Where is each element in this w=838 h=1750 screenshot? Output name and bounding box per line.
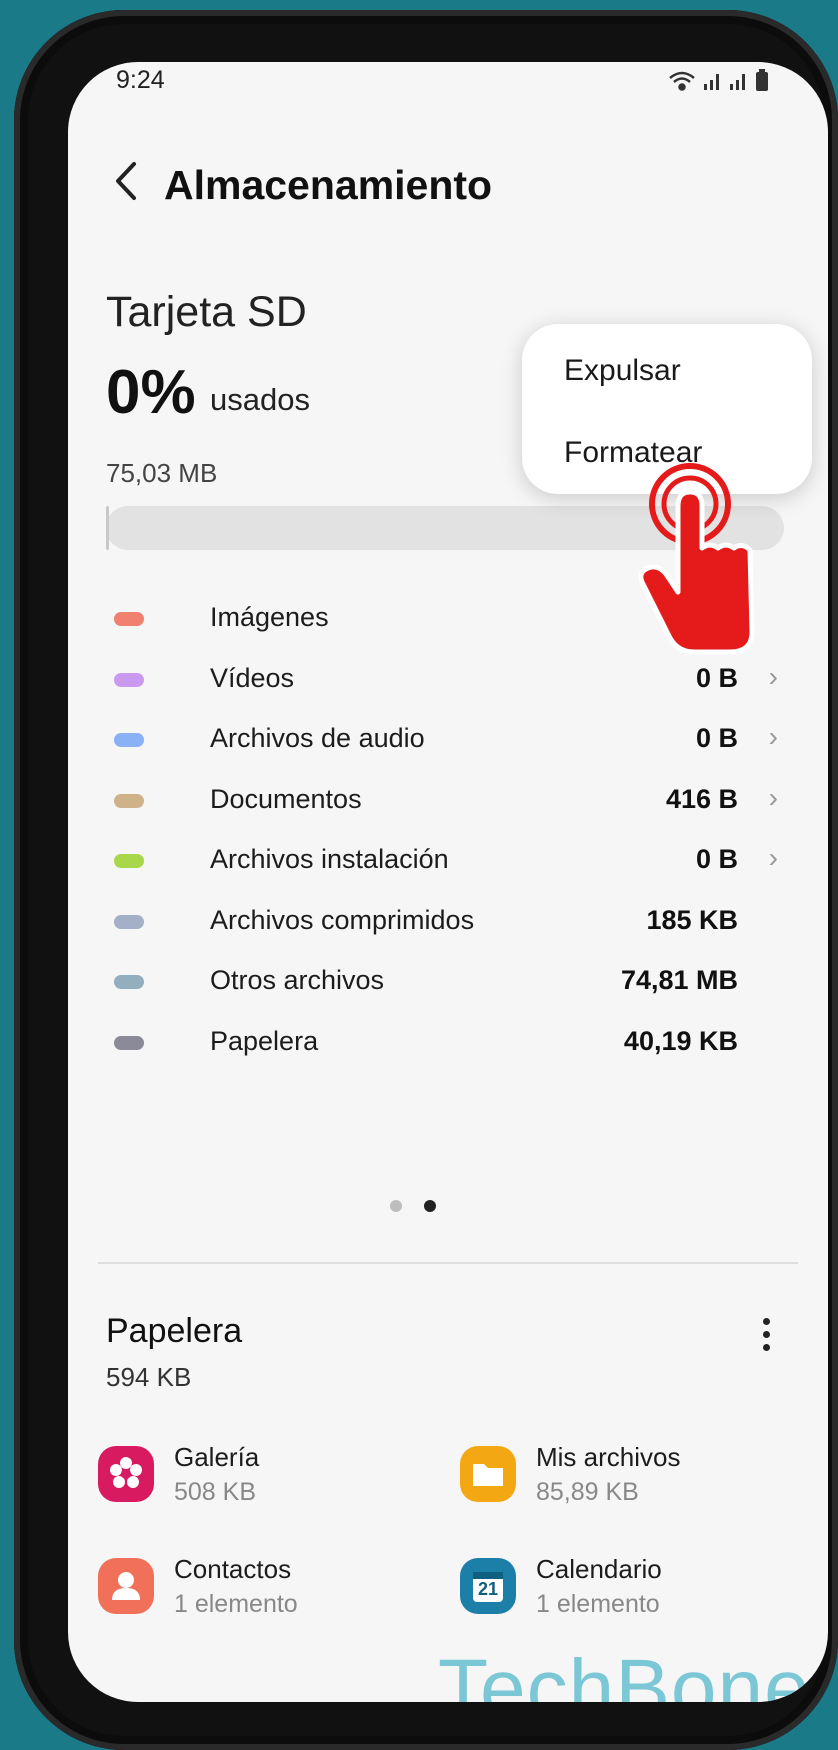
category-size: 185 KB xyxy=(646,904,738,935)
wifi-icon xyxy=(669,71,695,91)
signal-icon xyxy=(704,74,719,90)
category-label: Imágenes xyxy=(210,602,329,632)
category-label: Archivos comprimidos xyxy=(210,904,475,935)
category-color-dot xyxy=(114,793,144,808)
page-title: Almacenamiento xyxy=(164,162,493,208)
chevron-right-icon: › xyxy=(768,721,778,752)
storage-usage-bar-fill xyxy=(106,506,110,550)
chevron-left-icon xyxy=(116,162,136,200)
status-icons xyxy=(668,68,778,100)
category-row[interactable]: Archivos de audio 0 B › xyxy=(106,719,796,763)
chevron-right-icon: › xyxy=(768,781,778,813)
screen: 9:24 Almacenamiento Tarjeta SD 0% usados… xyxy=(68,62,828,1702)
category-size: 74,81 MB xyxy=(620,965,738,995)
category-color-dot xyxy=(114,733,144,747)
status-time: 9:24 xyxy=(116,66,165,94)
trash-section-size: 594 KB xyxy=(106,1362,192,1392)
tap-hand-icon xyxy=(638,463,755,655)
gallery-icon xyxy=(98,1446,154,1502)
category-color-dot xyxy=(114,612,144,626)
category-size: 0 B xyxy=(695,844,738,874)
trash-app-item[interactable]: Mis archivos 85,89 KB xyxy=(460,1442,790,1522)
trash-app-name: Galería xyxy=(174,1442,260,1472)
kebab-dot xyxy=(762,1318,770,1325)
calendar-icon: 21 xyxy=(460,1558,516,1614)
storage-used-label: usados xyxy=(210,382,310,417)
chevron-right-icon: › xyxy=(768,660,778,692)
category-size: 416 B xyxy=(665,783,738,814)
trash-app-item[interactable]: Galería 508 KB xyxy=(98,1442,428,1522)
menu-item-expulsar[interactable]: Expulsar xyxy=(564,354,681,388)
category-size: 40,19 KB xyxy=(623,1025,738,1056)
trash-app-size: 508 KB xyxy=(174,1478,257,1506)
category-row: Otros archivos 74,81 MB xyxy=(106,961,796,1005)
category-color-dot xyxy=(114,914,144,929)
page-dot xyxy=(390,1200,402,1212)
storage-total: 75,03 MB xyxy=(106,458,218,488)
folder-icon xyxy=(460,1446,516,1502)
more-options-button[interactable] xyxy=(758,1318,774,1358)
trash-app-item[interactable]: Contactos 1 elemento xyxy=(98,1554,428,1634)
category-size: 0 B xyxy=(695,662,738,693)
chevron-right-icon: › xyxy=(768,842,778,873)
trash-app-name: Calendario xyxy=(536,1554,662,1584)
watermark-logo: TechBone xyxy=(438,1643,811,1702)
category-row: Archivos comprimidos 185 KB xyxy=(106,901,796,945)
category-label: Archivos instalación xyxy=(210,844,449,874)
category-row[interactable]: Archivos instalación 0 B › xyxy=(106,840,796,884)
calendar-day: 21 xyxy=(477,1579,499,1599)
trash-app-size: 85,89 KB xyxy=(536,1478,639,1506)
battery-icon xyxy=(756,69,768,91)
category-label: Otros archivos xyxy=(210,965,385,995)
kebab-dot xyxy=(762,1331,770,1338)
category-color-dot xyxy=(114,672,144,687)
category-color-dot xyxy=(114,1035,144,1050)
category-label: Documentos xyxy=(210,783,362,814)
page-dot xyxy=(424,1200,436,1212)
divider xyxy=(98,1262,798,1264)
trash-section-title: Papelera xyxy=(106,1312,243,1350)
category-label: Vídeos xyxy=(210,662,295,693)
category-color-dot xyxy=(114,854,144,868)
trash-app-name: Mis archivos xyxy=(536,1442,681,1472)
signal-icon xyxy=(730,74,745,90)
category-color-dot xyxy=(114,975,144,989)
trash-app-item[interactable]: 21 Calendario 1 elemento xyxy=(460,1554,790,1634)
category-label: Papelera xyxy=(210,1025,319,1056)
kebab-dot xyxy=(762,1344,770,1351)
category-row: Papelera 40,19 KB xyxy=(106,1022,796,1066)
storage-device-name: Tarjeta SD xyxy=(106,288,307,336)
trash-app-name: Contactos xyxy=(174,1554,292,1584)
trash-app-size: 1 elemento xyxy=(536,1590,660,1618)
back-button[interactable] xyxy=(106,154,146,208)
category-row[interactable]: Vídeos 0 B › xyxy=(106,659,796,703)
phone-frame: 9:24 Almacenamiento Tarjeta SD 0% usados… xyxy=(14,10,838,1750)
category-row[interactable]: Documentos 416 B › xyxy=(106,780,796,824)
contacts-icon xyxy=(98,1558,154,1614)
category-size: 0 B xyxy=(695,723,738,753)
category-label: Archivos de audio xyxy=(210,723,425,753)
storage-used-percent: 0% xyxy=(106,358,196,427)
trash-app-size: 1 elemento xyxy=(174,1590,298,1618)
